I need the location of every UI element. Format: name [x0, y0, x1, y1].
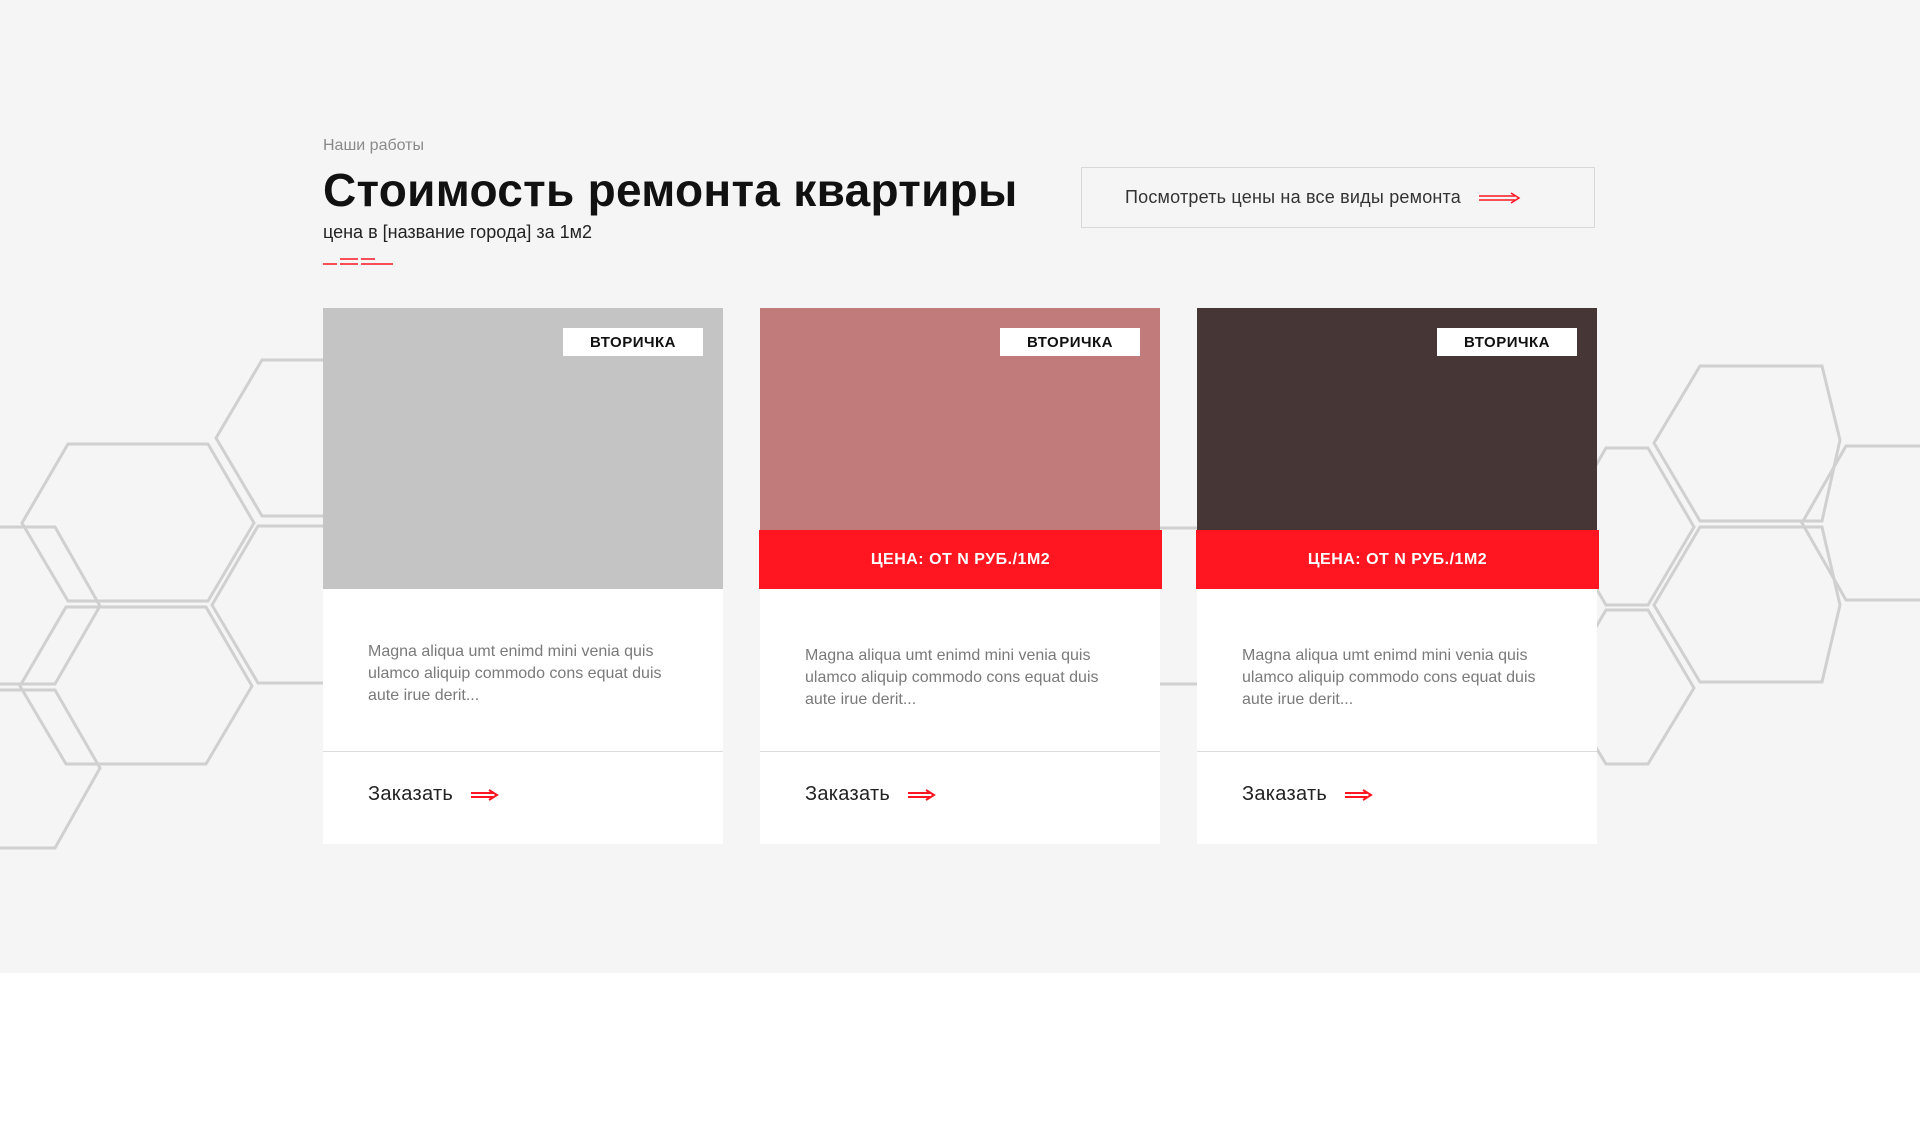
card-divider	[323, 751, 723, 752]
card-price-bar: ЦЕНА: ОТ N РУБ./1М2	[759, 530, 1162, 589]
card-divider	[1197, 751, 1597, 752]
order-label: Заказать	[805, 783, 891, 805]
arrow-right-icon	[471, 788, 500, 801]
hexagon-shape	[1800, 444, 1920, 602]
card-divider	[760, 751, 1160, 752]
order-label: Заказать	[1242, 783, 1328, 805]
card-badge: ВТОРИЧКА	[563, 328, 703, 356]
section-eyebrow: Наши работы	[323, 137, 425, 154]
price-card: ВТОРИЧКА Magna aliqua umt enimd mini ven…	[323, 308, 723, 844]
order-label: Заказать	[368, 783, 454, 805]
view-all-prices-label: Посмотреть цены на все виды ремонта	[1125, 187, 1462, 207]
works-section: Наши работы Стоимость ремонта квартиры ц…	[0, 0, 1920, 973]
price-card: ВТОРИЧКА ЦЕНА: ОТ N РУБ./1М2 Magna aliqu…	[759, 308, 1162, 844]
accent-lines-icon	[323, 258, 393, 265]
price-card: ВТОРИЧКА ЦЕНА: ОТ N РУБ./1М2 Magna aliqu…	[1196, 308, 1599, 844]
arrow-right-icon	[1479, 191, 1521, 204]
card-description: Magna aliqua umt enimd mini venia quis u…	[1242, 647, 1536, 708]
arrow-right-icon	[908, 788, 937, 801]
card-description: Magna aliqua umt enimd mini venia quis u…	[805, 647, 1099, 708]
order-button[interactable]: Заказать	[1242, 783, 1374, 806]
arrow-right-icon	[1345, 788, 1374, 801]
card-description: Magna aliqua umt enimd mini venia quis u…	[368, 643, 662, 704]
hexagon-shape	[20, 442, 256, 603]
card-badge: ВТОРИЧКА	[1000, 328, 1140, 356]
card-price-bar: ЦЕНА: ОТ N РУБ./1М2	[1196, 530, 1599, 589]
hexagon-shape	[0, 688, 102, 850]
card-badge: ВТОРИЧКА	[1437, 328, 1577, 356]
order-button[interactable]: Заказать	[805, 783, 937, 806]
view-all-prices-button[interactable]: Посмотреть цены на все виды ремонта	[1081, 167, 1595, 228]
order-button[interactable]: Заказать	[368, 783, 500, 806]
hexagon-shape	[1652, 364, 1842, 523]
